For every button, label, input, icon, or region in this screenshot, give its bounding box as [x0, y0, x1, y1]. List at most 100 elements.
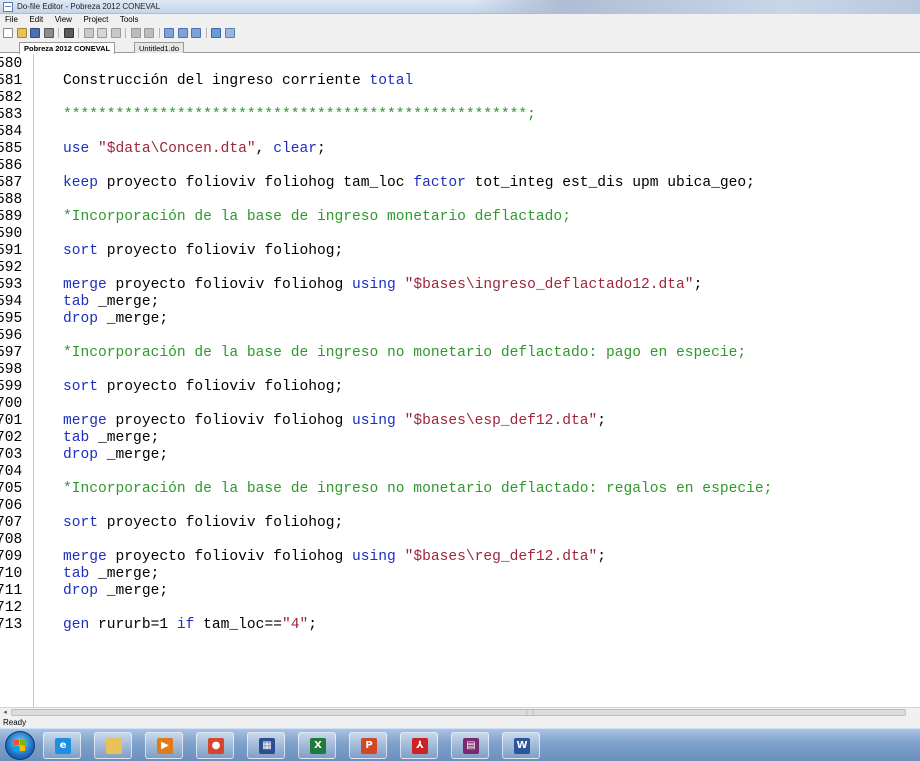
- print-icon[interactable]: [43, 28, 54, 38]
- code-text: *Incorporación de la base de ingreso no …: [63, 345, 746, 362]
- title-bar[interactable]: Do-file Editor - Pobreza 2012 CONEVAL: [0, 0, 920, 14]
- line-number: 585: [0, 141, 23, 157]
- line-number: 599: [0, 379, 23, 395]
- menu-tools[interactable]: Tools: [115, 14, 143, 24]
- internet-explorer-icon: e: [55, 738, 71, 754]
- comment-icon[interactable]: [191, 28, 202, 38]
- file-explorer-icon: [106, 738, 122, 754]
- token-keyword: keep: [63, 175, 107, 191]
- find-icon[interactable]: [63, 28, 74, 38]
- taskbar: e ▶ ● ▦ X P ⅄ ▤ W: [0, 728, 920, 761]
- copy-icon[interactable]: [97, 28, 108, 38]
- token-keyword: using: [352, 413, 405, 429]
- tab-untitled1[interactable]: Untitled1.do: [134, 42, 185, 53]
- code-text: keep proyecto folioviv foliohog tam_loc …: [63, 175, 755, 192]
- token-text: _merge;: [98, 430, 160, 446]
- code-text: gen rururb=1 if tam_loc=="4";: [63, 617, 317, 634]
- taskbar-chrome[interactable]: ●: [196, 732, 234, 759]
- line-number: 712: [0, 600, 23, 616]
- token-keyword: using: [352, 549, 405, 565]
- code-text: merge proyecto folioviv foliohog using "…: [63, 277, 702, 294]
- line-number: 588: [0, 192, 23, 208]
- taskbar-word[interactable]: W: [502, 732, 540, 759]
- token-text: _merge;: [106, 447, 169, 463]
- stata-icon: ▦: [259, 738, 275, 754]
- status-bar: Ready: [0, 717, 920, 728]
- token-keyword: clear: [273, 141, 317, 157]
- token-keyword: merge: [63, 277, 116, 293]
- token-string: "4": [281, 617, 309, 633]
- code-text: tab _merge;: [63, 294, 159, 311]
- execute-icon[interactable]: [224, 28, 235, 38]
- token-keyword: sort: [63, 515, 107, 531]
- toolbar-separator: [125, 28, 127, 38]
- token-text: ;: [693, 277, 703, 293]
- token-keyword: tab: [63, 430, 99, 446]
- token-text: proyecto folioviv foliohog;: [106, 515, 344, 531]
- horizontal-scrollbar[interactable]: ◂ ⋮⋮: [0, 707, 920, 717]
- token-text: proyecto folioviv foliohog: [115, 413, 353, 429]
- redo-icon[interactable]: [144, 28, 155, 38]
- token-text: tam_loc==: [203, 617, 282, 633]
- tab-strip: Pobreza 2012 CONEVAL Untitled1.do: [0, 40, 920, 54]
- menu-edit[interactable]: Edit: [24, 14, 47, 24]
- token-keyword: using: [352, 277, 405, 293]
- paste-icon[interactable]: [110, 28, 121, 38]
- token-keyword: if: [176, 617, 204, 633]
- indent-icon[interactable]: [164, 28, 175, 38]
- token-string: "$bases\esp_def12.dta": [404, 413, 598, 429]
- open-folder-icon[interactable]: [16, 28, 27, 38]
- undo-icon[interactable]: [130, 28, 141, 38]
- line-number: 583: [0, 107, 23, 123]
- taskbar-acrobat[interactable]: ⅄: [400, 732, 438, 759]
- code-text: sort proyecto folioviv foliohog;: [63, 243, 343, 260]
- menu-file[interactable]: File: [0, 14, 22, 24]
- taskbar-stata[interactable]: ▦: [247, 732, 285, 759]
- taskbar-file-explorer[interactable]: [94, 732, 132, 759]
- token-text: ;: [597, 413, 606, 429]
- scrollbar-thumb[interactable]: ⋮⋮: [11, 709, 906, 717]
- line-number: 704: [0, 464, 23, 480]
- line-number: 700: [0, 396, 23, 412]
- code-text: merge proyecto folioviv foliohog using "…: [63, 413, 606, 430]
- menu-project[interactable]: Project: [78, 14, 112, 24]
- line-number: 597: [0, 345, 23, 361]
- start-button[interactable]: [5, 731, 35, 760]
- taskbar-excel[interactable]: X: [298, 732, 336, 759]
- outdent-icon[interactable]: [177, 28, 188, 38]
- code-text: ****************************************…: [63, 107, 536, 124]
- toolbar: [0, 26, 920, 40]
- token-keyword: tab: [63, 294, 99, 310]
- taskbar-media-player[interactable]: ▶: [145, 732, 183, 759]
- taskbar-powerpoint[interactable]: P: [349, 732, 387, 759]
- taskbar-winrar[interactable]: ▤: [451, 732, 489, 759]
- token-text: proyecto folioviv foliohog tam_loc: [106, 175, 414, 191]
- tab-pobreza-2012-coneval[interactable]: Pobreza 2012 CONEVAL: [19, 42, 116, 54]
- token-comment: *Incorporación de la base de ingreso no …: [63, 345, 747, 361]
- scrollbar-grip-icon: ⋮⋮: [524, 711, 536, 717]
- app-window-icon[interactable]: [3, 2, 13, 12]
- token-text: Construcción del ingreso corriente: [63, 73, 370, 89]
- code-text: sort proyecto folioviv foliohog;: [63, 379, 343, 396]
- line-number: 708: [0, 532, 23, 548]
- menu-view[interactable]: View: [50, 14, 76, 24]
- code-text: drop _merge;: [63, 447, 168, 464]
- run-do-icon[interactable]: [211, 28, 222, 38]
- line-number: 584: [0, 124, 23, 140]
- line-number: 586: [0, 158, 23, 174]
- token-keyword: use: [63, 141, 99, 157]
- line-number: 587: [0, 175, 23, 191]
- line-number: 711: [0, 583, 23, 599]
- token-text: ,: [255, 141, 274, 157]
- code-editor[interactable]: 580 581 Construcción del ingreso corriente…: [0, 54, 920, 707]
- background-window-titlebar: [470, 0, 920, 14]
- token-text: _merge;: [98, 566, 160, 582]
- token-keyword: merge: [63, 549, 116, 565]
- scroll-left-icon[interactable]: ◂: [1, 709, 9, 717]
- taskbar-internet-explorer[interactable]: e: [43, 732, 81, 759]
- line-number: 707: [0, 515, 23, 531]
- token-keyword: factor: [413, 175, 466, 191]
- new-file-icon[interactable]: [3, 28, 13, 38]
- save-icon[interactable]: [30, 28, 41, 38]
- cut-icon[interactable]: [83, 28, 94, 38]
